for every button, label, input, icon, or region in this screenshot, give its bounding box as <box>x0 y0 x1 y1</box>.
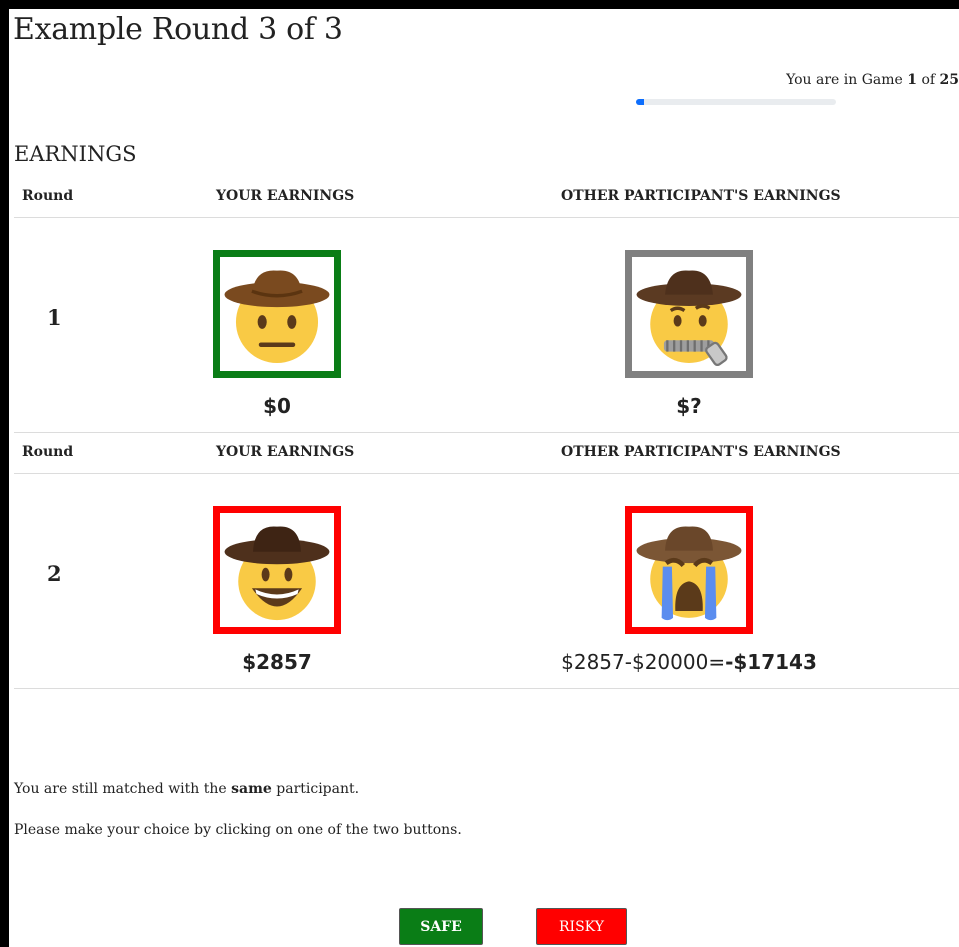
page-title: Example Round 3 of 3 <box>13 12 343 47</box>
matched-text: You are still matched with the same part… <box>14 781 360 797</box>
game-progress-fill <box>636 99 645 105</box>
risky-button[interactable]: RISKY <box>536 908 627 945</box>
your-earnings-value: $0 <box>263 394 291 418</box>
cowboy-zipper-mouth-face-icon <box>632 257 746 371</box>
game-progress-bar <box>636 99 837 105</box>
earnings-table-header: Round YOUR EARNINGS OTHER PARTICIPANT'S … <box>14 177 959 218</box>
instruction-text: Please make your choice by clicking on o… <box>14 822 462 838</box>
cowboy-neutral-face-icon <box>220 257 334 371</box>
header-other-earnings: OTHER PARTICIPANT'S EARNINGS <box>561 188 841 204</box>
safe-button[interactable]: SAFE <box>399 908 483 945</box>
other-earnings-result: -$17143 <box>725 650 817 674</box>
header-round: Round <box>22 444 74 460</box>
cowboy-grinning-face-icon <box>220 513 334 627</box>
round-number: 1 <box>47 305 62 330</box>
your-earnings-value: $2857 <box>242 650 312 674</box>
other-face-card <box>625 506 753 634</box>
game-progress: You are in Game 1 of 25 <box>636 72 959 105</box>
table-row: 1 $0 $? <box>14 218 959 433</box>
header-round: Round <box>22 188 74 204</box>
cowboy-crying-face-icon <box>632 513 746 627</box>
page-frame: Example Round 3 of 3 You are in Game 1 o… <box>9 9 959 947</box>
earnings-table-header: Round YOUR EARNINGS OTHER PARTICIPANT'S … <box>14 433 959 474</box>
other-earnings-value: $2857-$20000=-$17143 <box>541 650 837 674</box>
table-row: 2 $2857 $2857-$20000=-$17143 <box>14 474 959 689</box>
game-progress-text: You are in Game 1 of 25 <box>786 72 959 88</box>
round-number: 2 <box>47 561 62 586</box>
header-other-earnings: OTHER PARTICIPANT'S EARNINGS <box>561 444 841 460</box>
other-face-card <box>625 250 753 378</box>
header-your-earnings: YOUR EARNINGS <box>216 444 355 460</box>
other-earnings-expression: $2857-$20000= <box>561 650 726 674</box>
your-face-card <box>213 250 341 378</box>
your-face-card <box>213 506 341 634</box>
other-earnings-value: $? <box>676 394 702 418</box>
earnings-heading: EARNINGS <box>14 142 137 166</box>
header-your-earnings: YOUR EARNINGS <box>216 188 355 204</box>
